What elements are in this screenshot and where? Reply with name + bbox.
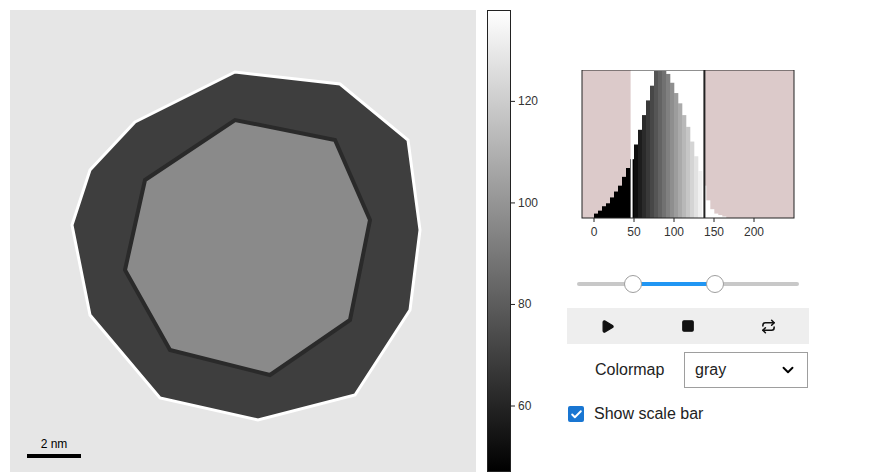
histogram-bar [714,214,718,218]
svg-text:60: 60 [518,399,532,413]
histogram-bar [618,186,622,218]
histogram-bar [694,156,698,218]
player-bar [567,308,809,344]
histogram-bar [654,71,658,218]
microscope-image: 2 nm [10,10,476,472]
colormap-select[interactable]: gray [684,352,808,388]
svg-text:50: 50 [627,225,641,239]
svg-text:0: 0 [591,225,598,239]
histogram-bar [610,197,614,218]
histogram-bar [606,203,610,218]
histogram-bar [670,83,674,218]
histogram-bar [598,211,602,218]
play-button[interactable] [587,311,627,341]
scale-bar-toggle[interactable]: Show scale bar [567,402,809,426]
histogram-bar [638,130,642,218]
histogram-bar [626,168,630,218]
check-icon [570,408,583,421]
colormap-row: Colormapgray [567,352,809,388]
svg-text:80: 80 [518,297,532,311]
particle-picture [10,10,476,472]
stop-button[interactable] [668,311,708,341]
slider-low-handle[interactable] [624,275,642,293]
svg-text:150: 150 [704,225,724,239]
control-panel: 0 50 100 150 200 Colormapgray Show scale bar [567,0,809,476]
scale-bar: 2 nm [27,436,81,458]
histogram-bar [690,142,694,218]
histogram-bar [678,103,682,218]
app: 2 nm 120 100 80 60 0 50 100 150 200 Colormapgray Sh… [0,0,884,476]
histogram-bar [646,100,650,218]
checkbox-label: Show scale bar [594,402,703,426]
chevron-down-icon [779,361,797,379]
svg-text:100: 100 [664,225,684,239]
histogram-bar [686,127,690,218]
histogram-bar [666,74,670,218]
histogram-bar [634,145,638,219]
histogram-bar [706,200,710,218]
histogram-bar [682,115,686,218]
play-icon [600,319,615,334]
slider-high-handle[interactable] [706,275,724,293]
svg-text:100: 100 [518,196,538,210]
histogram-bar [674,93,678,218]
histogram-bar [698,171,702,218]
histogram-bar [594,214,598,218]
checkbox[interactable] [568,406,584,422]
svg-text:200: 200 [744,225,764,239]
svg-text:120: 120 [518,94,538,108]
histogram-bar [602,206,606,218]
colorbar: 120 100 80 60 [487,10,553,472]
colormap-label: Colormap [567,358,684,382]
loop-button[interactable] [749,311,789,341]
histogram-bar [662,71,666,218]
range-slider[interactable] [577,274,799,294]
histogram-bar [614,192,618,218]
histogram-bar [650,86,654,218]
histogram-bar [658,71,662,218]
histogram-bar [710,209,714,218]
histogram-bar [642,115,646,218]
histogram-chart: 0 50 100 150 200 [567,70,809,242]
histogram-bar [622,177,626,218]
stop-icon [681,319,695,333]
loop-icon [761,319,776,334]
